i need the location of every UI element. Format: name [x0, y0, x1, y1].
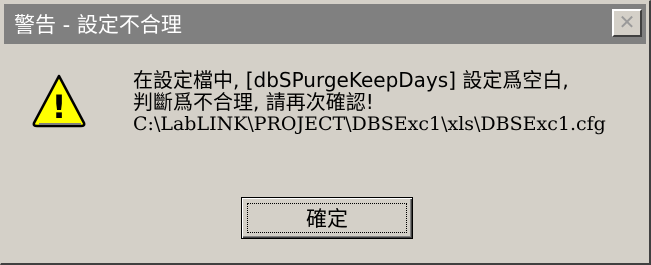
- window-title: 警告 - 設定不合理: [14, 13, 182, 37]
- svg-text:!: !: [52, 88, 67, 126]
- title-bar[interactable]: 警告 - 設定不合理 ✕: [4, 4, 646, 44]
- warning-icon: !: [32, 74, 86, 128]
- message-file-path: C:\LabLINK\PROJECT\DBSExc1\xls\DBSExc1.c…: [133, 113, 606, 135]
- message-text: 在設定檔中, [dbSPurgeKeepDays] 設定爲空白, 判斷爲不合理,…: [133, 69, 606, 135]
- ok-button[interactable]: 確定: [241, 197, 413, 239]
- focus-rect: [247, 203, 407, 233]
- close-button[interactable]: ✕: [612, 9, 642, 37]
- message-line-2: 判斷爲不合理, 請再次確認!: [133, 90, 374, 114]
- warning-dialog: 警告 - 設定不合理 ✕ ! 在設定檔中, [dbSPurgeKeepDays]…: [0, 0, 651, 265]
- message-line-1: 在設定檔中, [dbSPurgeKeepDays] 設定爲空白,: [133, 68, 569, 92]
- close-icon: ✕: [618, 10, 636, 34]
